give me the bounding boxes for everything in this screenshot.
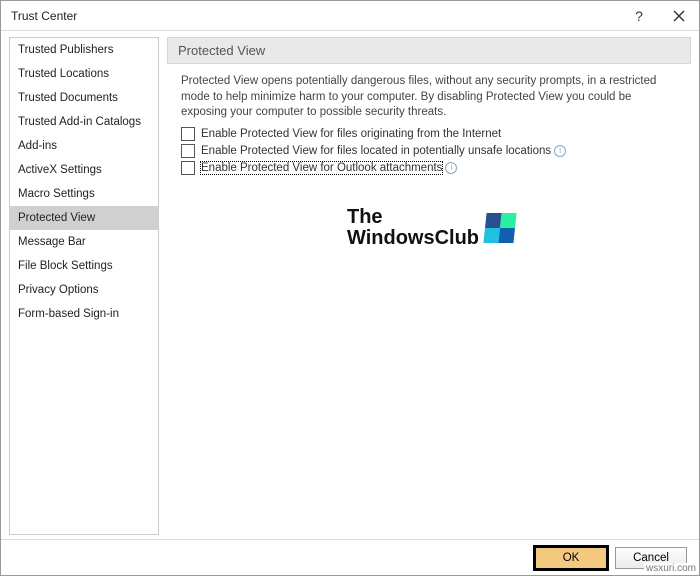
section-header: Protected View: [167, 37, 691, 64]
close-icon: [673, 10, 685, 22]
ok-button[interactable]: OK: [535, 547, 607, 569]
option-label: Enable Protected View for files located …: [201, 145, 551, 157]
option-checkbox[interactable]: [181, 144, 195, 158]
title-bar: Trust Center ?: [1, 1, 699, 31]
info-icon[interactable]: i: [554, 145, 566, 157]
options-group: Enable Protected View for files originat…: [167, 127, 691, 178]
sidebar-item-add-ins[interactable]: Add-ins: [10, 134, 158, 158]
option-checkbox[interactable]: [181, 127, 195, 141]
option-label: Enable Protected View for Outlook attach…: [201, 162, 442, 174]
category-sidebar: Trusted PublishersTrusted LocationsTrust…: [9, 37, 159, 535]
dialog-footer: OK Cancel: [1, 539, 699, 575]
info-icon[interactable]: i: [445, 162, 457, 174]
watermark: The WindowsClub: [347, 207, 515, 249]
sidebar-item-activex-settings[interactable]: ActiveX Settings: [10, 158, 158, 182]
sidebar-item-trusted-add-in-catalogs[interactable]: Trusted Add-in Catalogs: [10, 110, 158, 134]
help-button[interactable]: ?: [619, 1, 659, 31]
option-row: Enable Protected View for Outlook attach…: [181, 161, 679, 175]
sidebar-item-file-block-settings[interactable]: File Block Settings: [10, 254, 158, 278]
sidebar-item-protected-view[interactable]: Protected View: [10, 206, 158, 230]
main-panel: Protected View Protected View opens pote…: [167, 37, 691, 535]
windows-logo-icon: [483, 213, 516, 243]
option-label: Enable Protected View for files originat…: [201, 128, 501, 140]
sidebar-item-trusted-documents[interactable]: Trusted Documents: [10, 86, 158, 110]
sidebar-item-trusted-locations[interactable]: Trusted Locations: [10, 62, 158, 86]
trust-center-dialog: Trust Center ? Trusted PublishersTrusted…: [0, 0, 700, 576]
option-row: Enable Protected View for files originat…: [181, 127, 679, 141]
dialog-body: Trusted PublishersTrusted LocationsTrust…: [1, 31, 699, 539]
sidebar-item-form-based-sign-in[interactable]: Form-based Sign-in: [10, 302, 158, 326]
sidebar-item-macro-settings[interactable]: Macro Settings: [10, 182, 158, 206]
option-row: Enable Protected View for files located …: [181, 144, 679, 158]
close-button[interactable]: [659, 1, 699, 31]
sidebar-item-privacy-options[interactable]: Privacy Options: [10, 278, 158, 302]
watermark-line1: The: [347, 207, 479, 228]
source-caption: wsxuri.com: [644, 563, 698, 574]
sidebar-item-trusted-publishers[interactable]: Trusted Publishers: [10, 38, 158, 62]
sidebar-item-message-bar[interactable]: Message Bar: [10, 230, 158, 254]
option-checkbox[interactable]: [181, 161, 195, 175]
watermark-line2: WindowsClub: [347, 228, 479, 249]
dialog-title: Trust Center: [11, 9, 619, 23]
section-description: Protected View opens potentially dangero…: [167, 64, 691, 127]
